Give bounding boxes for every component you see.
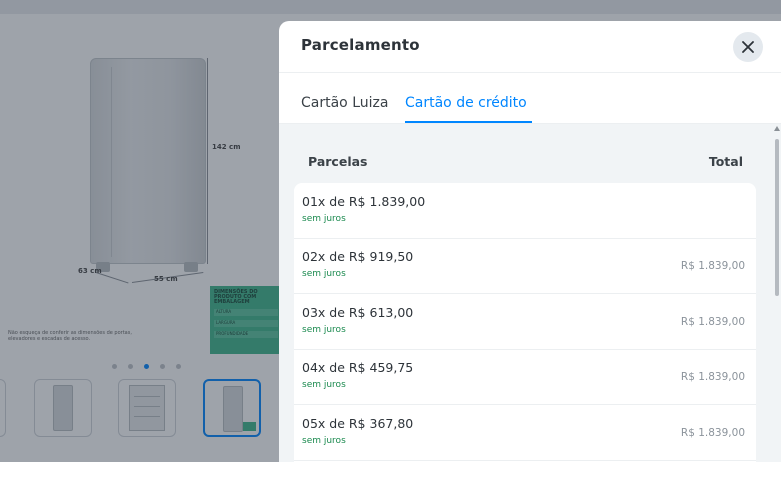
installment-row[interactable]: 01x de R$ 1.839,00 sem juros: [294, 183, 756, 239]
active-tab-indicator: [405, 121, 532, 123]
installments-column-header: Parcelas: [308, 154, 368, 169]
interest-label: sem juros: [302, 269, 346, 279]
close-icon: [742, 41, 754, 53]
installment-total: R$ 1.839,00: [680, 316, 745, 328]
modal-header: Parcelamento: [279, 21, 781, 73]
installment-value: 04x de R$ 459,75: [302, 360, 414, 375]
close-button[interactable]: [733, 32, 763, 62]
installment-row[interactable]: 03x de R$ 613,00 sem juros R$ 1.839,00: [294, 294, 756, 350]
installment-value: 05x de R$ 367,80: [302, 416, 414, 431]
interest-label: sem juros: [302, 436, 346, 446]
installment-total: R$ 1.839,00: [680, 260, 745, 272]
scrollbar-thumb[interactable]: [775, 139, 779, 296]
installments-content: Parcelas Total 01x de R$ 1.839,00 sem ju…: [279, 124, 781, 462]
modal-title: Parcelamento: [301, 36, 420, 54]
tab-cartao-luiza[interactable]: Cartão Luiza: [301, 95, 388, 111]
installment-row[interactable]: 04x de R$ 459,75 sem juros R$ 1.839,00: [294, 349, 756, 405]
installment-total: R$ 1.839,00: [680, 371, 745, 383]
total-column-header: Total: [708, 154, 743, 169]
installments-list: 01x de R$ 1.839,00 sem juros 02x de R$ 9…: [294, 183, 756, 462]
installments-modal: Parcelamento Cartão Luiza Cartão de créd…: [279, 21, 781, 462]
installment-row[interactable]: 02x de R$ 919,50 sem juros R$ 1.839,00: [294, 238, 756, 294]
installment-total: R$ 1.839,00: [680, 427, 745, 439]
interest-label: sem juros: [302, 214, 346, 224]
installment-row[interactable]: 05x de R$ 367,80 sem juros R$ 1.839,00: [294, 405, 756, 461]
interest-label: sem juros: [302, 380, 346, 390]
scroll-up-arrow-icon[interactable]: [774, 126, 780, 131]
interest-label: sem juros: [302, 325, 346, 335]
modal-scrollbar[interactable]: [773, 124, 781, 462]
page-bottom: [0, 462, 781, 480]
installment-value: 03x de R$ 613,00: [302, 305, 414, 320]
installment-value: 01x de R$ 1.839,00: [302, 194, 426, 209]
tab-cartao-de-credito[interactable]: Cartão de crédito: [405, 95, 527, 111]
installment-value: 02x de R$ 919,50: [302, 249, 414, 264]
payment-tabs: Cartão Luiza Cartão de crédito: [279, 73, 781, 124]
